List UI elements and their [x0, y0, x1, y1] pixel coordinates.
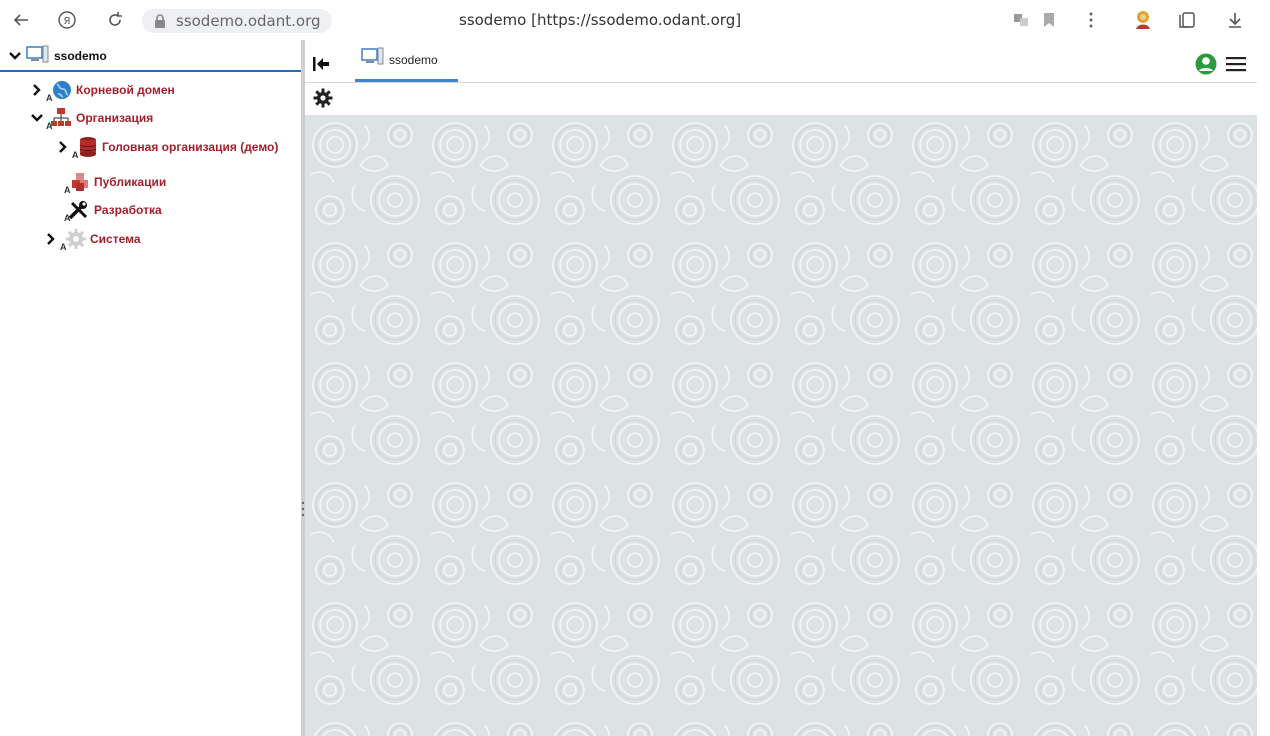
svg-text:Я: Я: [64, 16, 71, 27]
tree-node-organization[interactable]: A Организация: [30, 106, 154, 131]
address-bar[interactable]: ssodemo.odant.org: [142, 9, 332, 33]
chevron-down-icon[interactable]: [30, 111, 44, 125]
settings-gear-icon[interactable]: [313, 88, 333, 113]
computer-icon: [361, 47, 385, 72]
tree-node-head-organization[interactable]: A Головная организация (демо): [56, 135, 279, 160]
chevron-right-icon[interactable]: [44, 232, 58, 246]
extension-icon[interactable]: [1130, 7, 1156, 33]
navigation-tree: ssodemo A Корневой домен A Организация A…: [0, 40, 301, 736]
lock-icon: [155, 14, 165, 28]
tree-node-label: Публикации: [94, 175, 167, 189]
tree-node-label: Организация: [76, 111, 154, 125]
browser-toolbar: Я ssodemo.odant.org ssodemo [https://sso…: [0, 0, 1270, 40]
back-icon[interactable]: [8, 7, 34, 33]
globe-icon: A: [46, 79, 72, 103]
tree-node-publications[interactable]: A Публикации: [48, 170, 167, 195]
tab-ssodemo[interactable]: ssodemo: [355, 40, 458, 82]
tree-root-row[interactable]: ssodemo: [0, 40, 301, 72]
translate-icon[interactable]: [1008, 7, 1034, 33]
tree-node-system[interactable]: A Система: [44, 227, 141, 252]
tree-node-label: Разработка: [94, 203, 162, 217]
tree-node-label: Головная организация (демо): [102, 140, 279, 154]
user-account-icon[interactable]: [1195, 53, 1217, 80]
main-toolbar: [305, 83, 1257, 115]
tree-node-label: Корневой домен: [76, 83, 175, 97]
tree-node-label: ssodemo: [54, 49, 107, 63]
tools-icon: A: [64, 199, 90, 223]
bookmark-icon[interactable]: [1036, 7, 1062, 33]
chevron-right-icon[interactable]: [30, 83, 44, 97]
download-icon[interactable]: [1222, 7, 1248, 33]
tree-node-development[interactable]: A Разработка: [48, 198, 162, 223]
tree-node-root[interactable]: ssodemo: [8, 44, 107, 68]
tree-node-root-domain[interactable]: A Корневой домен: [30, 78, 175, 103]
cubes-icon: A: [64, 171, 90, 195]
database-icon: A: [72, 136, 98, 160]
collapse-panel-icon[interactable]: [313, 57, 329, 76]
computer-icon: [26, 45, 50, 67]
tab-bar: ssodemo: [305, 40, 1257, 83]
main-panel: ssodemo: [305, 40, 1270, 736]
address-url: ssodemo.odant.org: [176, 12, 321, 30]
chevron-right-icon[interactable]: [56, 140, 70, 154]
gear-icon: A: [60, 228, 86, 252]
chevron-down-icon[interactable]: [8, 49, 22, 63]
tab-label: ssodemo: [389, 52, 438, 67]
page-title: ssodemo [https://ssodemo.odant.org]: [459, 11, 742, 29]
more-vertical-icon[interactable]: [1078, 7, 1104, 33]
hamburger-menu-icon[interactable]: [1226, 56, 1246, 77]
workspace-background: [305, 115, 1257, 736]
reload-icon[interactable]: [102, 7, 128, 33]
yandex-icon[interactable]: Я: [54, 7, 80, 33]
collections-icon[interactable]: [1174, 7, 1200, 33]
right-margin: [1257, 40, 1270, 736]
tree-node-label: Система: [90, 232, 141, 246]
org-structure-icon: A: [46, 107, 72, 131]
floral-pattern-background: [305, 115, 1257, 736]
